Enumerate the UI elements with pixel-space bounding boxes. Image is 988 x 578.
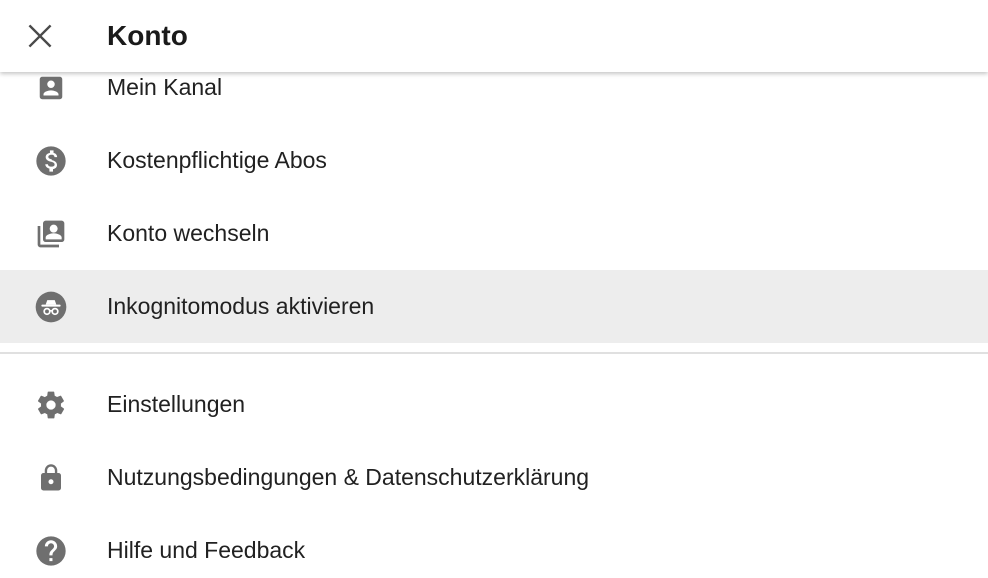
menu-item-terms-privacy[interactable]: Nutzungsbedingungen & Datenschutzerkläru…	[0, 441, 988, 514]
close-icon	[27, 23, 53, 49]
menu-item-label: Einstellungen	[107, 391, 246, 417]
lock-icon	[34, 461, 68, 495]
close-button[interactable]	[22, 18, 58, 54]
gear-icon	[34, 388, 68, 422]
dollar-circle-icon	[34, 144, 68, 178]
menu-item-label: Nutzungsbedingungen & Datenschutzerkläru…	[107, 464, 590, 490]
app-bar: Konto	[0, 0, 988, 72]
menu-item-label: Konto wechseln	[107, 220, 270, 246]
section-divider	[0, 352, 988, 354]
account-menu-page: Mein Kanal Kostenpflichtige Abos Konto w…	[0, 0, 988, 578]
menu-item-help-feedback[interactable]: Hilfe und Feedback	[0, 514, 988, 578]
menu-item-label: Kostenpflichtige Abos	[107, 147, 327, 173]
menu-item-paid-subscriptions[interactable]: Kostenpflichtige Abos	[0, 124, 988, 197]
menu-item-incognito[interactable]: Inkognitomodus aktivieren	[0, 270, 988, 343]
menu-item-label: Inkognitomodus aktivieren	[107, 293, 375, 319]
menu-item-label: Hilfe und Feedback	[107, 537, 306, 563]
menu-item-switch-account[interactable]: Konto wechseln	[0, 197, 988, 270]
menu-item-settings[interactable]: Einstellungen	[0, 368, 988, 441]
incognito-icon	[34, 290, 68, 324]
switch-account-icon	[34, 217, 68, 251]
account-box-icon	[34, 71, 68, 105]
help-circle-icon	[34, 534, 68, 568]
page-title: Konto	[107, 20, 188, 51]
